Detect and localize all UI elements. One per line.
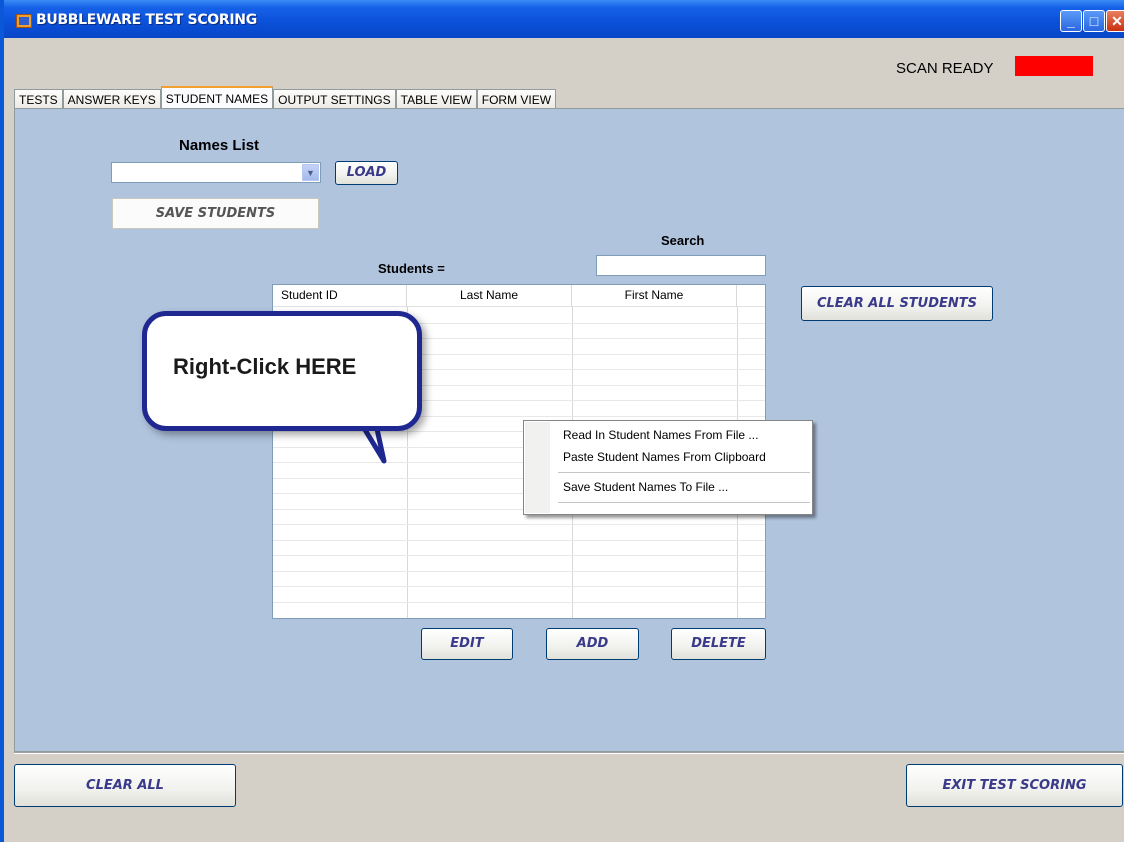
tab-tests[interactable]: TESTS [14,89,63,108]
tab-strip: TESTS ANSWER KEYS STUDENT NAMES OUTPUT S… [14,86,557,108]
student-names-panel: Names List ▼ LOAD SAVE STUDENTS Search S… [14,108,1124,752]
bottom-divider [14,752,1124,754]
students-count-label: Students = [378,261,445,276]
menu-item-paste-from-clipboard[interactable]: Paste Student Names From Clipboard [563,450,766,464]
save-students-button[interactable]: SAVE STUDENTS [112,198,319,229]
column-header-first-name[interactable]: First Name [572,285,737,307]
tab-answer-keys[interactable]: ANSWER KEYS [62,89,161,108]
add-button[interactable]: ADD [546,628,639,660]
scan-status-label: SCAN READY [896,60,994,77]
right-click-callout: Right-Click HERE [142,311,422,431]
context-menu: Read In Student Names From File ... Past… [523,420,813,515]
column-header-student-id[interactable]: Student ID [273,285,407,307]
exit-test-scoring-button[interactable]: EXIT TEST SCORING [906,764,1123,807]
tab-table-view[interactable]: TABLE VIEW [395,89,477,108]
menu-item-save-to-file[interactable]: Save Student Names To File ... [563,480,728,494]
menu-separator [558,502,810,503]
grid-row-line [273,555,765,556]
tab-output-settings[interactable]: OUTPUT SETTINGS [273,89,396,108]
names-list-title: Names List [179,137,260,154]
menu-separator [558,472,810,473]
app-icon [16,14,32,28]
delete-button[interactable]: DELETE [671,628,766,660]
context-menu-icon-strip [525,422,550,513]
client-area: SCAN READY TESTS ANSWER KEYS STUDENT NAM… [8,38,1124,842]
names-list-dropdown[interactable]: ▼ [111,162,321,183]
callout-text: Right-Click HERE [173,354,357,379]
grid-row-line [273,601,765,603]
students-label-text: Students = [378,261,445,276]
scan-status-indicator [1015,56,1093,76]
app-window: BUBBLEWARE TEST SCORING _ □ ✕ SCAN READY… [0,0,1124,842]
search-label: Search [661,233,705,248]
load-button[interactable]: LOAD [335,161,398,185]
menu-item-read-from-file[interactable]: Read In Student Names From File ... [563,428,758,442]
chevron-down-icon[interactable]: ▼ [302,164,319,181]
column-header-last-name[interactable]: Last Name [407,285,572,307]
clear-all-students-button[interactable]: CLEAR ALL STUDENTS [801,286,993,321]
clear-all-button[interactable]: CLEAR ALL [14,764,236,807]
tab-form-view[interactable]: FORM VIEW [476,89,557,108]
tab-student-names[interactable]: STUDENT NAMES [160,86,274,108]
minimize-button[interactable]: _ [1060,10,1082,32]
window-title: BUBBLEWARE TEST SCORING [36,12,257,28]
search-input[interactable] [596,255,766,276]
grid-row-line [273,586,765,587]
title-bar[interactable]: BUBBLEWARE TEST SCORING _ □ ✕ [4,0,1124,38]
close-button[interactable]: ✕ [1106,10,1124,32]
grid-header: Student ID Last Name First Name [273,285,765,307]
grid-row-line [273,524,765,525]
edit-button[interactable]: EDIT [421,628,513,660]
grid-row-line [273,539,765,541]
maximize-button[interactable]: □ [1083,10,1105,32]
grid-row-line [273,570,765,572]
